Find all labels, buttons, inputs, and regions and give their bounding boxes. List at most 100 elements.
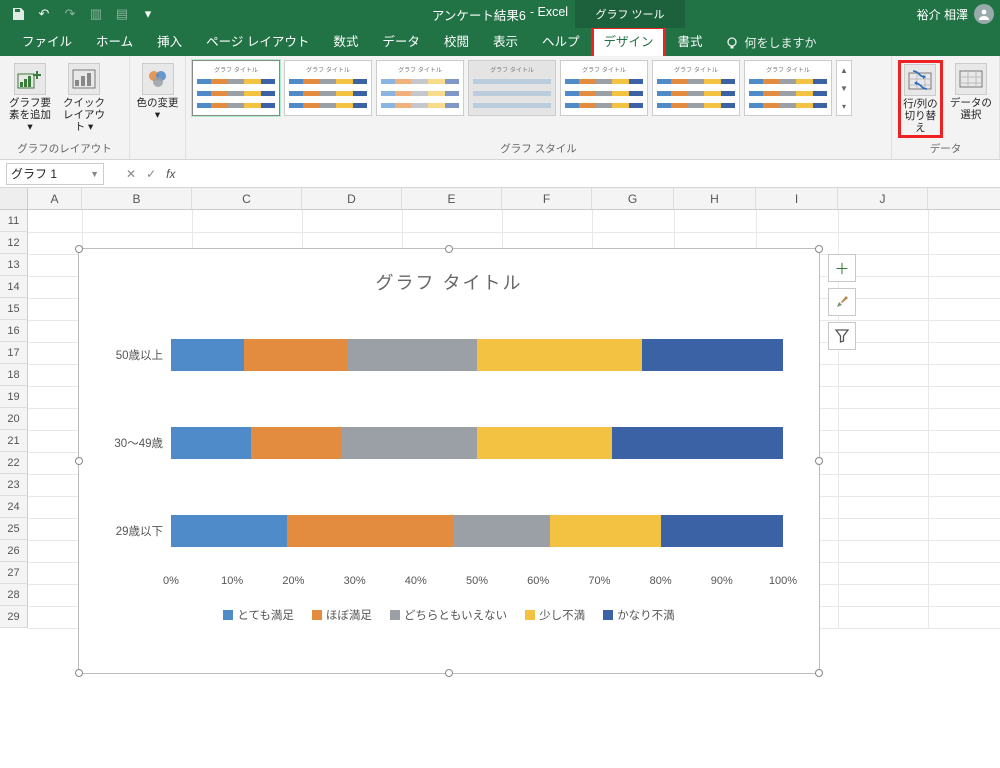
tab-file[interactable]: ファイル xyxy=(10,26,84,56)
row-header[interactable]: 14 xyxy=(0,276,28,298)
row-header[interactable]: 13 xyxy=(0,254,28,276)
qat-more-icon[interactable]: ▾ xyxy=(136,3,160,25)
column-header[interactable]: G xyxy=(592,188,674,209)
chart-filter-button[interactable] xyxy=(828,322,856,350)
stacked-bar[interactable] xyxy=(171,427,783,459)
change-colors-button[interactable]: 色の変更 ▾ xyxy=(136,60,179,121)
resize-handle[interactable] xyxy=(815,245,823,253)
formula-bar[interactable]: ✕ ✓ fx xyxy=(108,167,175,181)
bar-segment[interactable] xyxy=(661,515,783,547)
cancel-icon[interactable]: ✕ xyxy=(126,167,136,181)
row-header[interactable]: 23 xyxy=(0,474,28,496)
fx-icon[interactable]: fx xyxy=(166,167,175,181)
row-header[interactable]: 25 xyxy=(0,518,28,540)
column-headers[interactable]: ABCDEFGHIJ xyxy=(0,188,1000,210)
tab-home[interactable]: ホーム xyxy=(84,26,145,56)
chart-styles-button[interactable] xyxy=(828,288,856,316)
cell-grid[interactable]: グラフ タイトル 50歳以上30～49歳29歳以下 0%10%20%30%40%… xyxy=(28,210,1000,628)
chart-style-gallery[interactable]: グラフ タイトルグラフ タイトルグラフ タイトルグラフ タイトルグラフ タイトル… xyxy=(192,60,852,116)
resize-handle[interactable] xyxy=(75,245,83,253)
chart-area[interactable]: グラフ タイトル 50歳以上30～49歳29歳以下 0%10%20%30%40%… xyxy=(91,261,807,661)
row-header[interactable]: 26 xyxy=(0,540,28,562)
row-header[interactable]: 15 xyxy=(0,298,28,320)
tab-page-layout[interactable]: ページ レイアウト xyxy=(194,26,321,56)
resize-handle[interactable] xyxy=(75,669,83,677)
plot-area[interactable]: 50歳以上30～49歳29歳以下 xyxy=(171,309,783,569)
user-area[interactable]: 裕介 相澤 xyxy=(917,4,994,24)
tab-review[interactable]: 校閲 xyxy=(432,26,481,56)
bar-segment[interactable] xyxy=(612,427,783,459)
chart-style-thumb[interactable]: グラフ タイトル xyxy=(376,60,464,116)
bar-segment[interactable] xyxy=(342,427,477,459)
x-axis[interactable]: 0%10%20%30%40%50%60%70%80%90%100% xyxy=(171,575,783,599)
legend-item[interactable]: かなり不満 xyxy=(603,607,675,623)
bar-segment[interactable] xyxy=(642,339,783,371)
undo-icon[interactable]: ↶ xyxy=(32,3,56,25)
tab-help[interactable]: ヘルプ xyxy=(530,26,592,56)
legend-item[interactable]: とても満足 xyxy=(223,607,294,623)
bar-segment[interactable] xyxy=(477,427,612,459)
row-header[interactable]: 16 xyxy=(0,320,28,342)
column-header[interactable]: C xyxy=(192,188,302,209)
row-header[interactable]: 19 xyxy=(0,386,28,408)
tab-view[interactable]: 表示 xyxy=(481,26,530,56)
add-chart-element-button[interactable]: グラフ要素を追加 ▾ xyxy=(6,60,54,133)
qat-icon-2[interactable]: ▤ xyxy=(110,3,134,25)
tab-format[interactable]: 書式 xyxy=(666,26,715,56)
bar-segment[interactable] xyxy=(477,339,642,371)
bar-segment[interactable] xyxy=(171,515,287,547)
tab-design[interactable]: デザイン xyxy=(591,26,665,56)
column-header[interactable]: I xyxy=(756,188,838,209)
column-header[interactable]: E xyxy=(402,188,502,209)
bar-segment[interactable] xyxy=(550,515,660,547)
embedded-chart[interactable]: グラフ タイトル 50歳以上30～49歳29歳以下 0%10%20%30%40%… xyxy=(78,248,820,674)
legend-item[interactable]: 少し不満 xyxy=(525,607,585,623)
row-header[interactable]: 29 xyxy=(0,606,28,628)
switch-row-column-button[interactable]: 行/列の切り替え xyxy=(898,60,943,138)
row-header[interactable]: 20 xyxy=(0,408,28,430)
row-header[interactable]: 22 xyxy=(0,452,28,474)
chart-style-thumb[interactable]: グラフ タイトル xyxy=(468,60,556,116)
chart-style-thumb[interactable]: グラフ タイトル xyxy=(192,60,280,116)
row-headers[interactable]: 11121314151617181920212223242526272829 xyxy=(0,210,28,628)
tell-me-search[interactable]: 何をしますか xyxy=(715,29,827,56)
tab-insert[interactable]: 挿入 xyxy=(145,26,194,56)
qat-icon-1[interactable]: ▥ xyxy=(84,3,108,25)
tab-data[interactable]: データ xyxy=(370,26,432,56)
legend-item[interactable]: ほぼ満足 xyxy=(312,607,372,623)
stacked-bar[interactable] xyxy=(171,339,783,371)
chart-style-thumb[interactable]: グラフ タイトル xyxy=(560,60,648,116)
chart-style-thumb[interactable]: グラフ タイトル xyxy=(744,60,832,116)
tab-formulas[interactable]: 数式 xyxy=(321,26,370,56)
resize-handle[interactable] xyxy=(445,669,453,677)
bar-segment[interactable] xyxy=(453,515,551,547)
enter-icon[interactable]: ✓ xyxy=(146,167,156,181)
stacked-bar[interactable] xyxy=(171,515,783,547)
resize-handle[interactable] xyxy=(815,669,823,677)
column-header[interactable]: B xyxy=(82,188,192,209)
bar-segment[interactable] xyxy=(244,339,348,371)
bar-segment[interactable] xyxy=(171,339,244,371)
bar-segment[interactable] xyxy=(171,427,251,459)
chart-title[interactable]: グラフ タイトル xyxy=(91,261,807,309)
row-header[interactable]: 11 xyxy=(0,210,28,232)
legend-item[interactable]: どちらともいえない xyxy=(390,607,507,623)
chart-style-thumb[interactable]: グラフ タイトル xyxy=(652,60,740,116)
avatar[interactable] xyxy=(974,4,994,24)
redo-icon[interactable]: ↷ xyxy=(58,3,82,25)
chart-style-thumb[interactable]: グラフ タイトル xyxy=(284,60,372,116)
quick-layout-button[interactable]: クイックレイアウト ▾ xyxy=(60,60,108,133)
column-header[interactable]: D xyxy=(302,188,402,209)
save-icon[interactable] xyxy=(6,3,30,25)
select-all-corner[interactable] xyxy=(0,188,28,209)
row-header[interactable]: 18 xyxy=(0,364,28,386)
row-header[interactable]: 17 xyxy=(0,342,28,364)
column-header[interactable]: J xyxy=(838,188,928,209)
row-header[interactable]: 27 xyxy=(0,562,28,584)
column-header[interactable]: H xyxy=(674,188,756,209)
bar-segment[interactable] xyxy=(287,515,452,547)
style-gallery-more[interactable]: ▲▼▾ xyxy=(836,60,852,116)
row-header[interactable]: 21 xyxy=(0,430,28,452)
column-header[interactable]: F xyxy=(502,188,592,209)
select-data-button[interactable]: データの選択 xyxy=(949,60,993,121)
